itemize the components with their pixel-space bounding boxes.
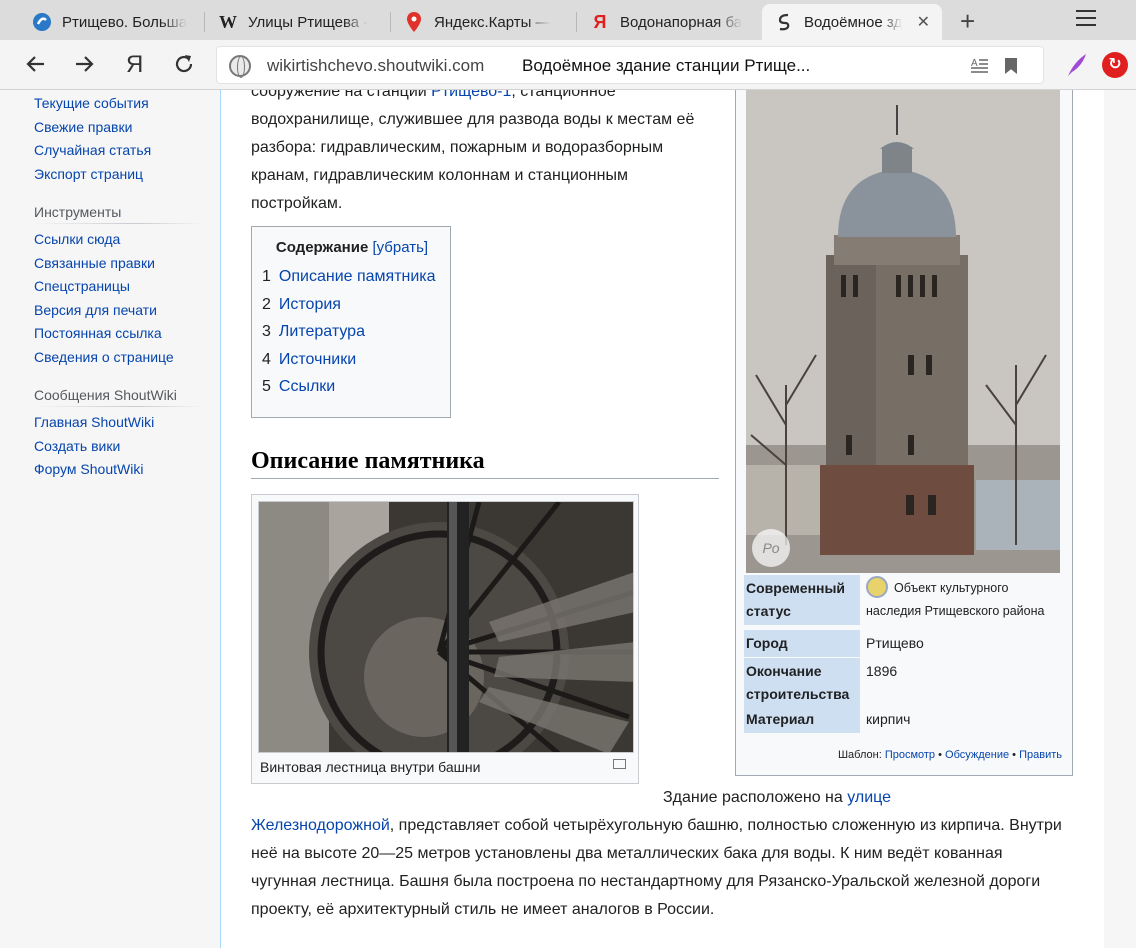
tab-water-tower[interactable]: Я Водонапорная ба — [578, 4, 758, 40]
toc-toggle[interactable]: [убрать] — [372, 239, 428, 256]
sidebar-heading-tools: Инструменты — [34, 204, 204, 224]
link-city[interactable]: Ртищево — [864, 630, 1064, 657]
thumbnail-caption: Винтовая лестница внутри башни — [260, 759, 481, 775]
toc-item[interactable]: 2 История — [262, 291, 442, 319]
toc-item[interactable]: 3 Литература — [262, 318, 442, 346]
tab-rtishchevo[interactable]: Ртищево. Больша — [20, 4, 200, 40]
description-paragraph: Здание расположено на улице Железнодорожн… — [251, 789, 1062, 918]
address-page-title: Водоёмное здание станции Ртище... — [522, 56, 811, 75]
template-edit-link[interactable]: Править — [1019, 749, 1062, 761]
tab-yandex-maps[interactable]: Яндекс.Карты — — [392, 4, 572, 40]
sidebar-item-recent-changes[interactable]: Свежие правки — [34, 116, 204, 140]
sync-extension-icon[interactable]: ↻ — [1102, 52, 1128, 78]
toc-item[interactable]: 5 Ссылки — [262, 373, 442, 401]
intro-paragraph: сооружение на станции Ртищево-1, станцио… — [251, 90, 721, 218]
sidebar-item-printable[interactable]: Версия для печати — [34, 299, 204, 323]
sidebar-item-page-info[interactable]: Сведения о странице — [34, 346, 204, 370]
toc-title: Содержание — [275, 239, 369, 256]
link-zheleznodorozhnaya[interactable]: Железнодорожной — [251, 817, 390, 834]
template-view-link[interactable]: Просмотр — [885, 749, 935, 761]
toc-item[interactable]: 1 Описание памятника — [262, 263, 442, 291]
sidebar-item-current-events[interactable]: Текущие события — [34, 92, 204, 116]
yandex-icon: Я — [593, 11, 607, 32]
sidebar-item-shoutwiki-forum[interactable]: Форум ShoutWiki — [34, 458, 204, 482]
forward-button[interactable] — [72, 52, 96, 82]
sidebar-item-shoutwiki-home[interactable]: Главная ShoutWiki — [34, 411, 204, 435]
enlarge-icon[interactable] — [613, 759, 626, 769]
close-tab-icon[interactable]: ✕ — [917, 12, 930, 32]
toc-list: 1 Описание памятника 2 История 3 Литература… — [262, 263, 442, 401]
staircase-image[interactable] — [258, 501, 634, 753]
reload-button[interactable] — [172, 52, 196, 82]
toc-item[interactable]: 4 Источники — [262, 346, 442, 374]
page-viewport: Текущие события Свежие правки Случайная … — [0, 90, 1136, 948]
globe-icon — [229, 55, 251, 78]
bookmark-icon[interactable] — [1005, 58, 1017, 74]
menu-icon[interactable] — [1076, 10, 1096, 31]
infobox-template-footer: Шаблон: Просмотр • Обсуждение • Править — [837, 749, 1062, 761]
feather-extension-icon[interactable] — [1066, 52, 1088, 78]
tab-bar: Ртищево. Больша W Улицы Ртищева - Яндекс… — [0, 0, 1136, 40]
arrow-right-icon — [76, 56, 94, 72]
sidebar-item-export-pages[interactable]: Экспорт страниц — [34, 163, 204, 187]
watermark-icon: Ро — [752, 529, 790, 567]
article-content: сооружение на станции Ртищево-1, станцио… — [220, 90, 1104, 948]
sidebar-item-permalink[interactable]: Постоянная ссылка — [34, 322, 204, 346]
sidebar-item-create-wiki[interactable]: Создать вики — [34, 435, 204, 459]
sidebar-item-what-links-here[interactable]: Ссылки сюда — [34, 228, 204, 252]
sidebar-shoutwiki: Главная ShoutWiki Создать вики Форум Sho… — [34, 411, 204, 482]
sidebar-item-related-changes[interactable]: Связанные правки — [34, 252, 204, 276]
sidebar-item-random-article[interactable]: Случайная статья — [34, 139, 204, 163]
tower-photo[interactable]: Ро — [746, 90, 1060, 573]
infobox: Ро Современный статус Объект культурного… — [735, 90, 1073, 776]
address-bar[interactable]: wikirtishchevo.shoutwiki.com Водоёмное з… — [216, 46, 1044, 84]
browser-toolbar: Я wikirtishchevo.shoutwiki.com Водоёмное… — [0, 40, 1136, 90]
arrow-left-icon — [26, 56, 44, 72]
link-rtishchevo-1[interactable]: Ртищево-1 — [431, 90, 511, 100]
new-tab-icon[interactable]: + — [960, 6, 975, 37]
reader-mode-icon[interactable]: A — [971, 57, 989, 76]
emblem-icon — [866, 575, 888, 598]
sidebar-tools: Ссылки сюда Связанные правки Спецстраниц… — [34, 228, 204, 369]
tab-streets[interactable]: W Улицы Ртищева - — [206, 4, 386, 40]
tab-active-water-building[interactable]: Водоёмное зд ✕ — [762, 4, 942, 40]
sidebar-nav: Текущие события Свежие правки Случайная … — [34, 92, 204, 186]
sidebar-heading-shoutwiki: Сообщения ShoutWiki — [34, 387, 204, 407]
wikipedia-icon: W — [219, 11, 237, 32]
map-pin-icon — [404, 12, 424, 32]
staircase-thumbnail: Винтовая лестница внутри башни — [251, 494, 639, 784]
template-discuss-link[interactable]: Обсуждение — [945, 749, 1009, 761]
sidebar-item-special-pages[interactable]: Спецстраницы — [34, 275, 204, 299]
back-button[interactable] — [24, 52, 48, 82]
reload-icon — [175, 55, 193, 73]
url-text: wikirtishchevo.shoutwiki.com — [267, 56, 485, 75]
table-of-contents: Содержание [убрать] 1 Описание памятника … — [251, 226, 451, 418]
sidebar: Текущие события Свежие правки Случайная … — [34, 90, 204, 482]
s-blue-icon — [32, 12, 52, 32]
section-heading: Описание памятника — [251, 444, 719, 479]
shoutwiki-icon — [774, 12, 794, 32]
link-street[interactable]: улице — [847, 789, 891, 806]
yandex-home-button[interactable]: Я — [126, 52, 143, 78]
